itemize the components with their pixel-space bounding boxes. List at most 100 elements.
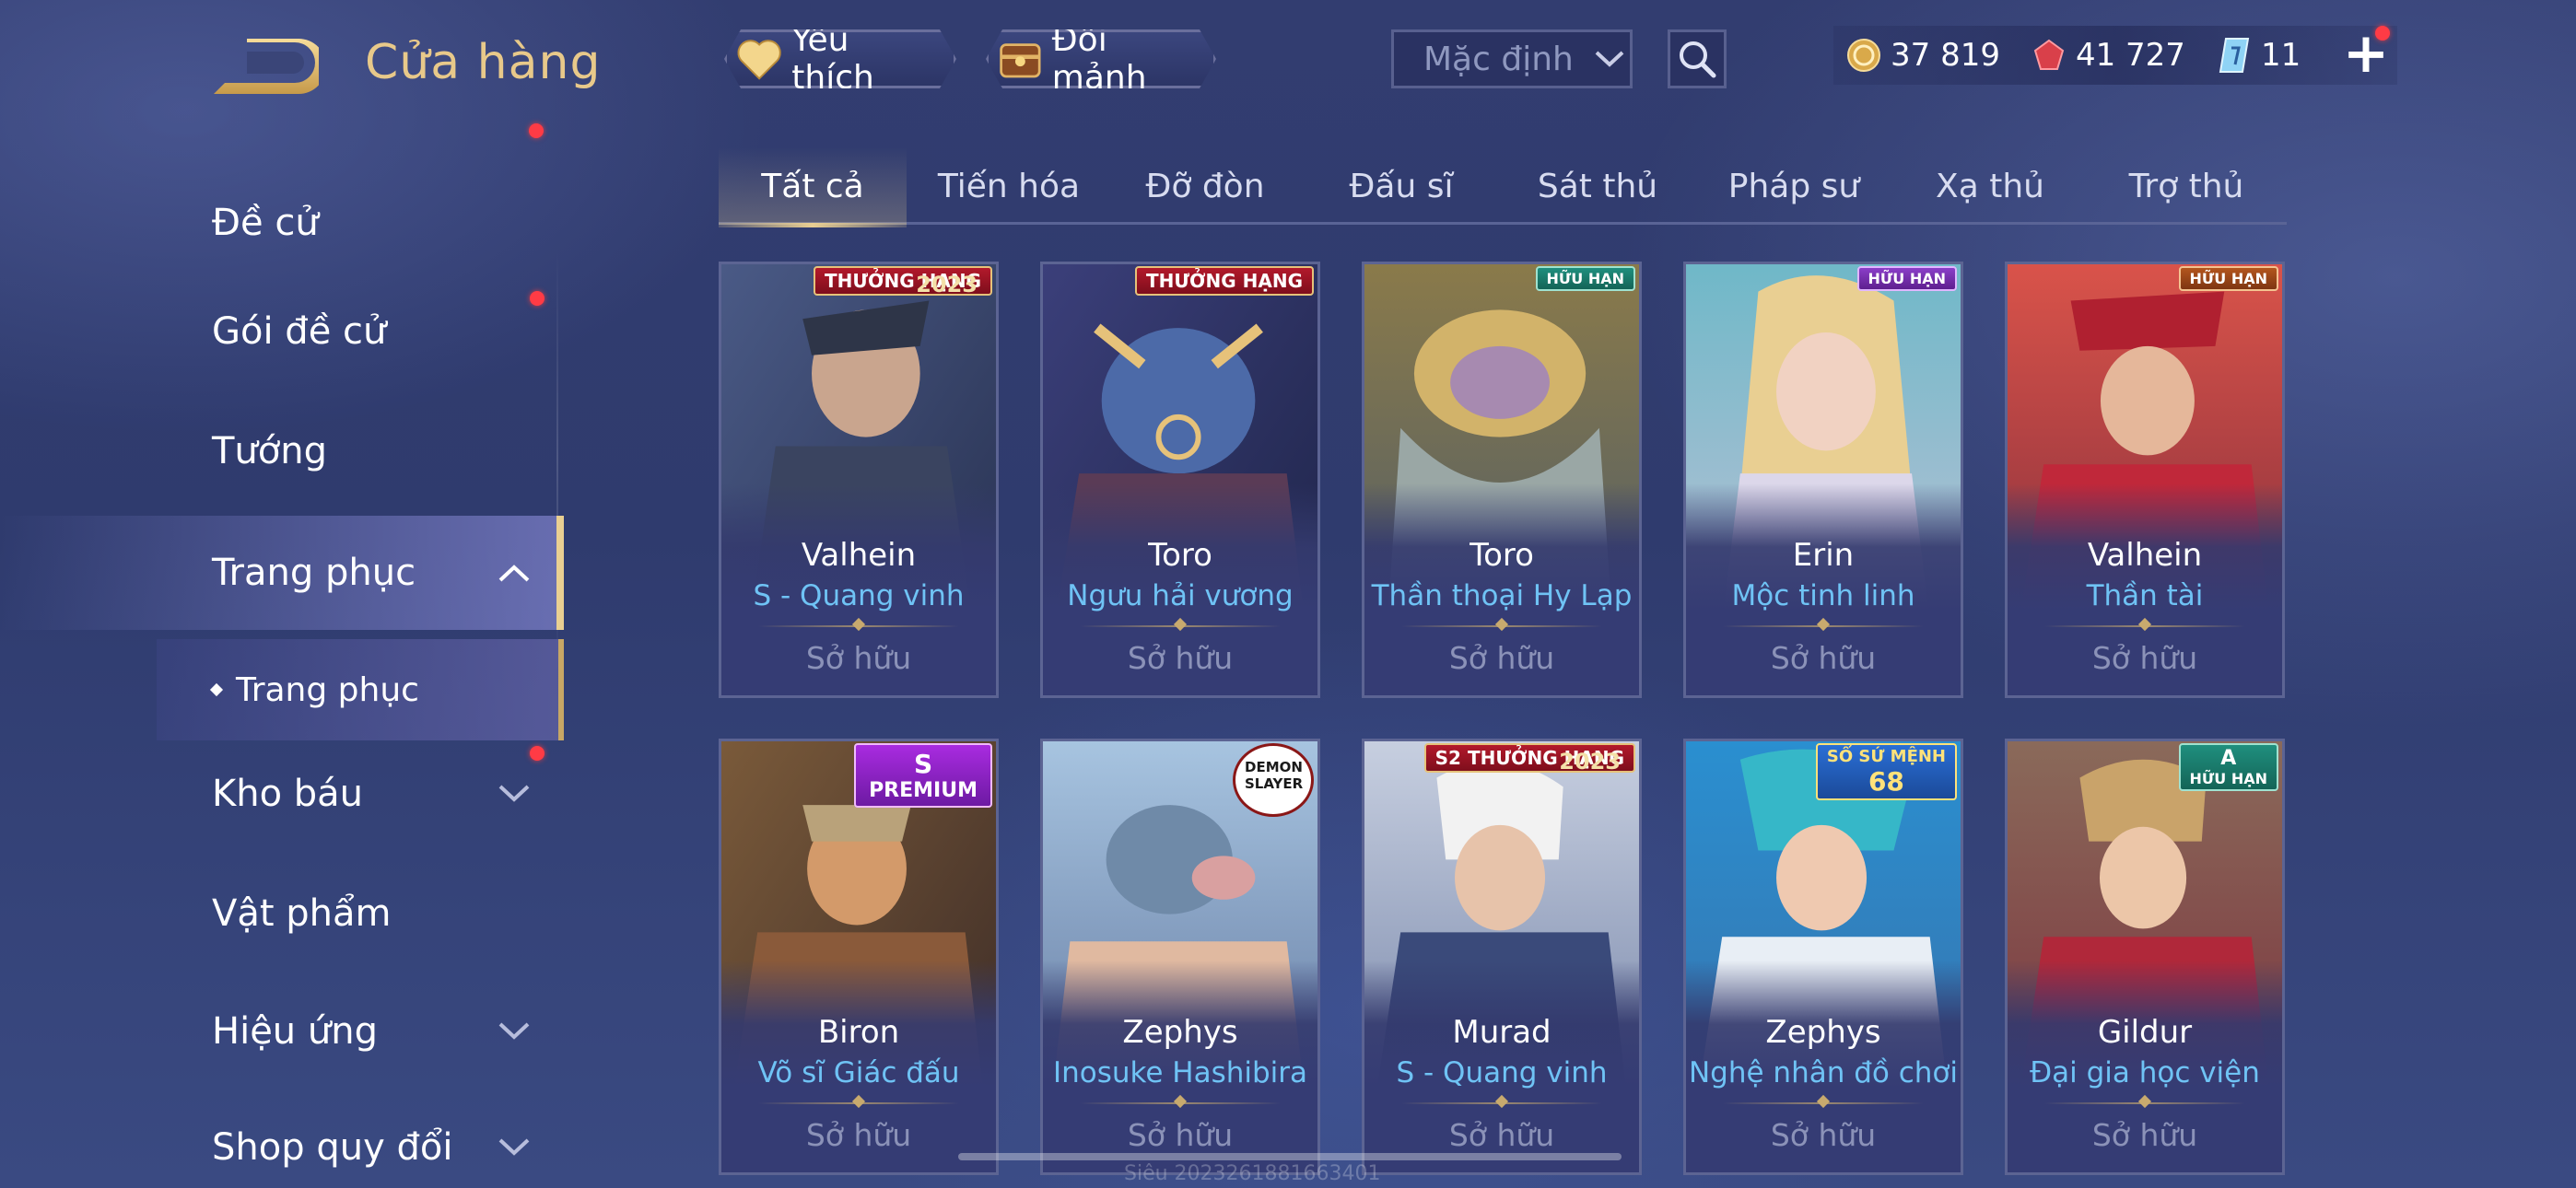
ruby-icon <box>2033 39 2065 70</box>
owned-status: Sở hữu <box>805 1117 912 1153</box>
sidebar-item-label: Đề cử <box>212 202 319 244</box>
search-button[interactable] <box>1668 29 1727 88</box>
owned-status: Sở hữu <box>1770 640 1877 676</box>
shop-screen: Cửa hàng Yêu thích Đổi mảnh Mặc định 37 … <box>0 0 2576 1188</box>
skin-name: Đại gia học viện <box>2030 1056 2260 1089</box>
sidebar-item-items[interactable]: Vật phẩm <box>0 856 564 971</box>
tab-evolution[interactable]: Tiến hóa <box>915 147 1103 225</box>
rank-reward-badge: S2 THƯỞNG HẠNG 2023 <box>1423 743 1635 775</box>
sidebar-item-heroes[interactable]: Tướng <box>0 394 564 508</box>
sidebar-item-featured[interactable]: Đề cử <box>0 166 564 280</box>
limited-badge: HỮU HẠN <box>1535 266 1635 291</box>
skin-card[interactable]: S PREMIUM Biron Võ sĩ Giác đấu Sở hữu <box>719 739 999 1175</box>
tab-all[interactable]: Tất cả <box>719 147 907 227</box>
tab-support[interactable]: Trợ thủ <box>2092 147 2280 225</box>
sidebar-item-label: Gói đề cử <box>212 310 387 353</box>
hero-name: Valhein <box>2087 537 2203 574</box>
sidebar-item-featured-packs[interactable]: Gói đề cử <box>0 123 564 389</box>
heart-icon <box>736 37 782 81</box>
sidebar-item-label: Shop quy đổi <box>212 1126 453 1169</box>
sidebar: Đề cử Gói đề cử Tướng Trang phục Trang p… <box>0 123 564 1188</box>
card-divider <box>1080 625 1281 627</box>
home-indicator <box>958 1153 1622 1160</box>
skin-card[interactable]: HỮU HẠN Valhein Thần tài Sở hữu <box>2005 262 2285 698</box>
hero-name: Murad <box>1452 1014 1551 1051</box>
sidebar-item-label: Trang phục <box>212 552 416 594</box>
owned-status: Sở hữu <box>1770 1117 1877 1153</box>
skin-card[interactable]: HỮU HẠN Erin Mộc tinh linh Sở hữu <box>1683 262 1963 698</box>
skin-name: Mộc tinh linh <box>1731 579 1915 612</box>
collab-badge: DEMON SLAYER <box>1233 743 1314 817</box>
chevron-up-icon <box>498 565 530 582</box>
back-arrow-icon <box>214 39 326 94</box>
sidebar-item-exchange-shop[interactable]: Shop quy đổi <box>0 1090 564 1188</box>
card-divider <box>758 625 959 627</box>
shard-exchange-label: Đổi mảnh <box>1051 21 1147 97</box>
owned-status: Sở hữu <box>1127 640 1234 676</box>
gold-coin-icon <box>1847 39 1880 72</box>
diamond-bullet-icon <box>209 682 224 697</box>
ruby-currency: 41 727 <box>2032 37 2185 74</box>
skin-card[interactable]: A HỮU HẠN Gildur Đại gia học viện Sở hữu <box>2005 739 2285 1175</box>
sidebar-subitem-skins[interactable]: Trang phục <box>157 639 564 740</box>
tab-label: Đỡ đòn <box>1145 167 1265 205</box>
chest-icon <box>998 34 1043 84</box>
hero-name: Gildur <box>2097 1014 2193 1051</box>
mission-book-badge: SỔ SỨ MỆNH 68 <box>1815 743 1957 800</box>
token-currency: 11 <box>2217 37 2301 74</box>
skin-card[interactable]: THƯỞNG HẠNG 2023 Valhein S - Quang vinh S… <box>719 262 999 698</box>
chevron-down-icon <box>498 1138 530 1156</box>
sidebar-subitem-label: Trang phục <box>236 670 419 709</box>
sidebar-item-treasure[interactable]: Kho báu <box>0 737 564 851</box>
card-divider <box>758 1102 959 1104</box>
skin-card[interactable]: S2 THƯỞNG HẠNG 2023 Murad S - Quang vinh … <box>1362 739 1642 1175</box>
sort-select[interactable]: Mặc định <box>1391 29 1633 88</box>
limited-badge: A HỮU HẠN <box>2178 743 2278 791</box>
tab-mage[interactable]: Pháp sư <box>1700 147 1888 225</box>
chevron-down-icon <box>498 1022 530 1040</box>
owned-status: Sở hữu <box>1127 1117 1234 1153</box>
rank-reward-badge: THƯỞNG HẠNG <box>1134 266 1314 296</box>
skin-name: Thần thoại Hy Lạp <box>1371 579 1633 612</box>
ruby-amount: 41 727 <box>2075 37 2185 74</box>
favorite-button[interactable]: Yêu thích <box>724 29 956 88</box>
back-button[interactable] <box>210 37 326 99</box>
tab-label: Xạ thủ <box>1936 167 2044 205</box>
token-amount: 11 <box>2260 37 2301 74</box>
tab-fighter[interactable]: Đấu sĩ <box>1307 147 1495 225</box>
token-card-icon <box>2219 38 2250 73</box>
notification-dot <box>2375 26 2390 41</box>
hero-name: Toro <box>1148 537 1212 574</box>
sidebar-item-label: Kho báu <box>212 773 364 815</box>
card-divider <box>1080 1102 1281 1104</box>
watermark-text: Siêu 2023261881663401 <box>1124 1162 1381 1185</box>
sort-value: Mặc định <box>1423 40 1574 78</box>
hero-name: Erin <box>1792 537 1855 574</box>
sidebar-item-effects[interactable]: Hiệu ứng <box>0 974 564 1089</box>
tab-assassin[interactable]: Sát thủ <box>1504 147 1692 225</box>
tab-label: Tất cả <box>761 167 864 205</box>
sidebar-item-label: Vật phẩm <box>212 892 392 935</box>
tab-marksman[interactable]: Xạ thủ <box>1896 147 2084 225</box>
chevron-down-icon <box>1595 51 1624 67</box>
card-divider <box>2044 625 2245 627</box>
rank-reward-badge: THƯỞNG HẠNG 2023 <box>813 266 992 297</box>
gold-currency: 37 819 <box>1846 37 2000 74</box>
skin-card[interactable]: DEMON SLAYER Zephys Inosuke Hashibira Sở … <box>1040 739 1320 1175</box>
card-divider <box>1401 625 1602 627</box>
skin-name: Ngưu hải vương <box>1067 579 1294 612</box>
skin-name: Nghệ nhân đồ chơi <box>1688 1056 1958 1089</box>
skin-card[interactable]: SỔ SỨ MỆNH 68 Zephys Nghệ nhân đồ chơi Sở… <box>1683 739 1963 1175</box>
owned-status: Sở hữu <box>2091 640 2198 676</box>
skin-name: Thần tài <box>2086 579 2204 612</box>
hero-name: Biron <box>817 1014 900 1051</box>
tab-label: Đấu sĩ <box>1349 167 1454 205</box>
tab-tank[interactable]: Đỡ đòn <box>1111 147 1299 225</box>
tab-label: Pháp sư <box>1727 167 1860 205</box>
shard-exchange-button[interactable]: Đổi mảnh <box>986 29 1216 88</box>
skin-card[interactable]: HỮU HẠN Toro Thần thoại Hy Lạp Sở hữu <box>1362 262 1642 698</box>
skin-card[interactable]: THƯỞNG HẠNG Toro Ngưu hải vương Sở hữu <box>1040 262 1320 698</box>
tab-label: Trợ thủ <box>2128 167 2244 205</box>
sidebar-item-skins[interactable]: Trang phục <box>0 516 564 630</box>
hero-name: Zephys <box>1122 1014 1238 1051</box>
